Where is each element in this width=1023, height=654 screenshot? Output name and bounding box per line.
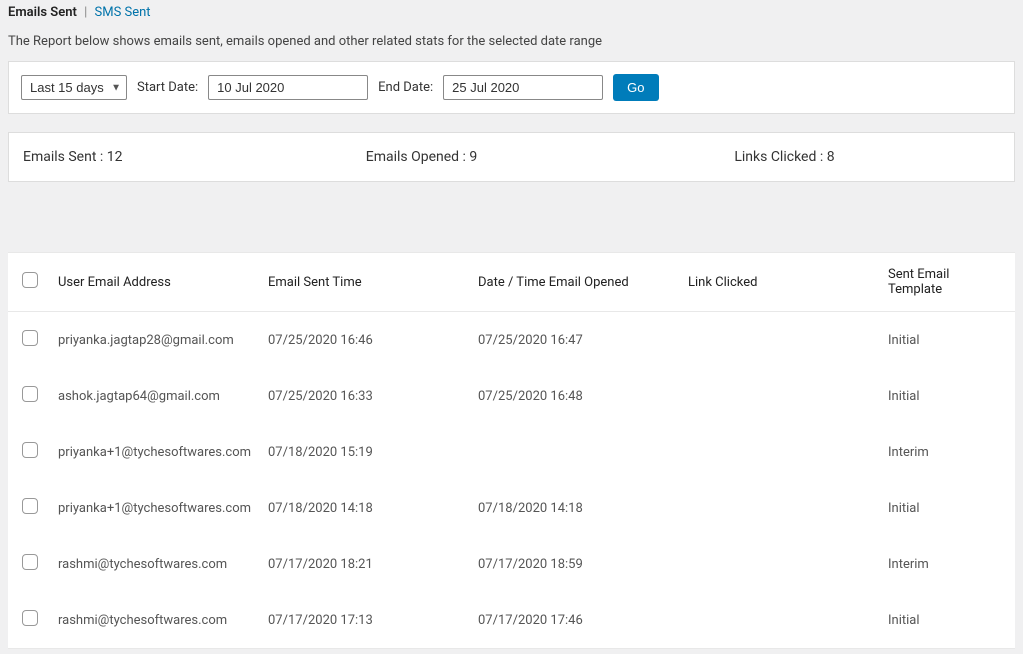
col-sent[interactable]: Email Sent Time bbox=[258, 253, 468, 312]
cell-sent: 07/18/2020 15:19 bbox=[258, 424, 468, 480]
cell-link bbox=[678, 312, 878, 369]
cell-template: Initial bbox=[878, 592, 1015, 648]
cell-opened bbox=[468, 424, 678, 480]
row-checkbox[interactable] bbox=[22, 442, 38, 458]
cell-link bbox=[678, 592, 878, 648]
row-checkbox[interactable] bbox=[22, 610, 38, 626]
start-date-input[interactable] bbox=[208, 75, 368, 100]
end-date-label: End Date: bbox=[378, 80, 433, 95]
cell-email: priyanka+1@tychesoftwares.com bbox=[48, 480, 258, 536]
date-range-select[interactable]: Last 15 days bbox=[21, 75, 127, 100]
go-button[interactable]: Go bbox=[613, 74, 658, 101]
cell-email: rashmi@tychesoftwares.com bbox=[48, 536, 258, 592]
cell-template: Initial bbox=[878, 312, 1015, 369]
cell-sent: 07/17/2020 17:13 bbox=[258, 592, 468, 648]
tab-sms-sent[interactable]: SMS Sent bbox=[95, 5, 151, 20]
col-opened[interactable]: Date / Time Email Opened bbox=[468, 253, 678, 312]
col-template[interactable]: Sent Email Template bbox=[878, 253, 1015, 312]
col-link[interactable]: Link Clicked bbox=[678, 253, 878, 312]
report-table-panel: User Email Address Email Sent Time Date … bbox=[8, 252, 1015, 649]
table-row: ashok.jagtap64@gmail.com07/25/2020 16:33… bbox=[8, 368, 1015, 424]
cell-opened: 07/25/2020 16:48 bbox=[468, 368, 678, 424]
stat-emails-sent: Emails Sent : 12 bbox=[23, 149, 289, 165]
select-all-checkbox[interactable] bbox=[22, 272, 38, 288]
cell-link bbox=[678, 368, 878, 424]
table-row: rashmi@tychesoftwares.com07/17/2020 18:2… bbox=[8, 536, 1015, 592]
cell-sent: 07/17/2020 18:21 bbox=[258, 536, 468, 592]
cell-opened: 07/25/2020 16:47 bbox=[468, 312, 678, 369]
cell-opened: 07/17/2020 18:59 bbox=[468, 536, 678, 592]
cell-opened: 07/18/2020 14:18 bbox=[468, 480, 678, 536]
cell-link bbox=[678, 480, 878, 536]
filter-bar: Last 15 days ▼ Start Date: End Date: Go bbox=[8, 61, 1015, 114]
row-checkbox[interactable] bbox=[22, 554, 38, 570]
cell-sent: 07/18/2020 14:18 bbox=[258, 480, 468, 536]
cell-email: priyanka+1@tychesoftwares.com bbox=[48, 424, 258, 480]
report-table: User Email Address Email Sent Time Date … bbox=[8, 253, 1015, 648]
cell-email: rashmi@tychesoftwares.com bbox=[48, 592, 258, 648]
table-row: priyanka+1@tychesoftwares.com07/18/2020 … bbox=[8, 424, 1015, 480]
cell-email: priyanka.jagtap28@gmail.com bbox=[48, 312, 258, 369]
stats-bar: Emails Sent : 12 Emails Opened : 9 Links… bbox=[8, 132, 1015, 182]
cell-link bbox=[678, 424, 878, 480]
table-row: priyanka.jagtap28@gmail.com07/25/2020 16… bbox=[8, 312, 1015, 369]
row-checkbox[interactable] bbox=[22, 330, 38, 346]
stat-links-clicked: Links Clicked : 8 bbox=[554, 149, 1000, 165]
table-row: priyanka+1@tychesoftwares.com07/18/2020 … bbox=[8, 480, 1015, 536]
cell-template: Initial bbox=[878, 368, 1015, 424]
cell-email: ashok.jagtap64@gmail.com bbox=[48, 368, 258, 424]
cell-template: Interim bbox=[878, 424, 1015, 480]
cell-opened: 07/17/2020 17:46 bbox=[468, 592, 678, 648]
table-row: rashmi@tychesoftwares.com07/17/2020 17:1… bbox=[8, 592, 1015, 648]
report-description: The Report below shows emails sent, emai… bbox=[8, 24, 1015, 61]
tab-emails-sent[interactable]: Emails Sent bbox=[8, 5, 77, 20]
cell-template: Initial bbox=[878, 480, 1015, 536]
row-checkbox[interactable] bbox=[22, 498, 38, 514]
tab-bar: Emails Sent | SMS Sent bbox=[8, 5, 1015, 24]
col-email[interactable]: User Email Address bbox=[48, 253, 258, 312]
tab-separator: | bbox=[80, 5, 91, 20]
cell-sent: 07/25/2020 16:46 bbox=[258, 312, 468, 369]
start-date-label: Start Date: bbox=[137, 80, 198, 95]
cell-link bbox=[678, 536, 878, 592]
cell-template: Interim bbox=[878, 536, 1015, 592]
cell-sent: 07/25/2020 16:33 bbox=[258, 368, 468, 424]
end-date-input[interactable] bbox=[443, 75, 603, 100]
row-checkbox[interactable] bbox=[22, 386, 38, 402]
stat-emails-opened: Emails Opened : 9 bbox=[289, 149, 555, 165]
